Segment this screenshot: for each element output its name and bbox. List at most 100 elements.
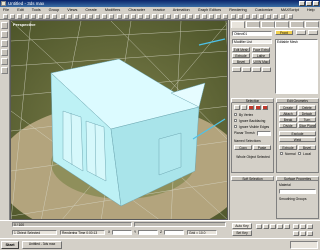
detach-button[interactable]: Detach [298,111,316,116]
menu-maxscript[interactable]: MAXScript [281,8,299,12]
modifier-lathe-button[interactable]: Lathe [252,53,270,58]
stack-show-result-icon[interactable] [242,67,251,72]
align-icon[interactable] [102,14,108,19]
go-to-start-icon[interactable] [256,224,262,229]
edge-mode-icon[interactable] [241,105,247,110]
menu-customize[interactable]: Customize [255,8,273,12]
z-coordinate-field[interactable] [164,230,184,235]
local-radio[interactable] [298,152,301,155]
element-mode-icon[interactable] [262,105,268,110]
view-left-icon[interactable] [1,40,8,47]
helper-icon[interactable] [280,14,286,19]
turn-button[interactable]: Turn [298,117,316,122]
menu-create[interactable]: Create [85,8,96,12]
view-user-icon[interactable] [1,58,8,65]
zoom-icon[interactable] [293,224,299,229]
menu-edit[interactable]: Edit [17,8,24,12]
tab-display[interactable] [290,21,305,28]
menu-character[interactable]: Character [128,8,145,12]
reactor-icon[interactable] [237,14,243,19]
layer-icon[interactable] [109,14,115,19]
stack-remove-icon[interactable] [262,67,271,72]
extrude-button[interactable]: Extrude [279,145,297,150]
bind-space-warp-icon[interactable] [31,14,36,19]
polygon-mode-icon[interactable] [255,105,261,110]
mirror-selection-icon[interactable] [209,14,215,19]
percent-snap-icon[interactable] [187,14,193,19]
named-selection-icon[interactable] [202,14,207,19]
track-bar[interactable] [134,222,226,227]
activeshade-icon[interactable] [166,14,172,19]
array-icon[interactable] [216,14,222,19]
view-perspective-icon[interactable] [1,49,8,56]
menu-rendering[interactable]: Rendering [229,8,247,12]
face-mode-icon[interactable] [248,105,254,110]
light-icon[interactable] [273,14,279,19]
camera-icon[interactable] [266,14,272,19]
weld-button[interactable]: Weld [279,137,316,142]
paste-button[interactable]: Paste [253,145,271,150]
track-view-icon[interactable] [251,14,257,19]
divide-button[interactable]: Divide [279,123,297,128]
break-button[interactable]: Break [279,117,297,122]
menu-group[interactable]: Group [49,8,60,12]
link-icon[interactable] [16,14,22,19]
menu-file[interactable]: File [3,8,9,12]
ignore-backfacing-checkbox[interactable] [234,119,237,122]
arc-rotate-icon[interactable] [300,231,306,236]
menu-views[interactable]: Views [67,8,77,12]
ignore-visible-edges-checkbox[interactable] [234,125,237,128]
view-camera-icon[interactable] [1,67,8,74]
menu-animation[interactable]: Animation [173,8,190,12]
go-to-end-icon[interactable] [284,224,290,229]
explode-button[interactable]: Explode [279,131,316,136]
modifier-extrude-button[interactable]: Extrude [232,53,250,58]
planar-thresh-field[interactable] [257,131,271,136]
modifier-stack-list[interactable]: Editable Mesh [275,39,318,94]
slice-plane-button[interactable]: Slice Plane [298,123,316,128]
field-of-view-icon[interactable] [293,231,299,236]
x-coordinate-field[interactable] [112,230,132,235]
mirror-icon[interactable] [95,14,101,19]
particle-icon[interactable] [259,14,264,19]
stack-unique-icon[interactable] [252,67,261,72]
normal-radio[interactable] [280,152,283,155]
start-button[interactable]: Start [1,241,19,249]
create-button[interactable]: Create [279,105,297,110]
curve-editor-icon[interactable] [116,14,122,19]
front-button[interactable]: Front [275,30,293,35]
menu-graph-editors[interactable]: Graph Editors [198,8,221,12]
stack-item-editable-mesh[interactable]: Editable Mesh [277,40,298,44]
previous-frame-icon[interactable] [263,224,269,229]
menu-reactor[interactable]: reactor [153,8,165,12]
menu-modifiers[interactable]: Modifiers [105,8,120,12]
modifier-list-dropdown[interactable]: Modifier List [232,39,272,44]
maximize-button[interactable] [306,1,312,6]
zoom-all-icon[interactable] [300,224,306,229]
tab-create[interactable] [231,21,245,28]
environment-icon[interactable] [230,14,236,19]
render-scene-icon[interactable] [137,14,143,19]
pan-icon[interactable] [307,224,313,229]
character-icon[interactable] [244,14,250,19]
viewport-label[interactable]: Perspective [13,22,35,27]
select-by-name-icon[interactable] [45,14,51,19]
soft-selection-rollout-header[interactable]: Soft Selection [231,176,274,181]
pin-stack-button[interactable] [296,30,306,35]
scale-icon[interactable] [73,14,79,19]
modifier-face-extrude-button[interactable]: Face Extrude [252,47,270,52]
rotate-icon[interactable] [66,14,72,19]
play-icon[interactable] [270,224,276,229]
viewport-perspective[interactable]: Perspective [10,20,228,220]
modifier-bevel-button[interactable]: Bevel [232,59,250,64]
minimize-button[interactable] [299,1,305,6]
set-key-button[interactable]: Set Key [232,230,252,236]
snap-icon[interactable] [173,14,179,19]
tab-hierarchy[interactable] [260,21,275,28]
pivot-icon[interactable] [88,14,93,19]
by-vertex-checkbox[interactable] [234,113,237,116]
next-frame-icon[interactable] [277,224,283,229]
move-icon[interactable] [59,14,65,19]
copy-button[interactable]: Copy [234,145,252,150]
tab-utilities[interactable] [304,21,319,28]
